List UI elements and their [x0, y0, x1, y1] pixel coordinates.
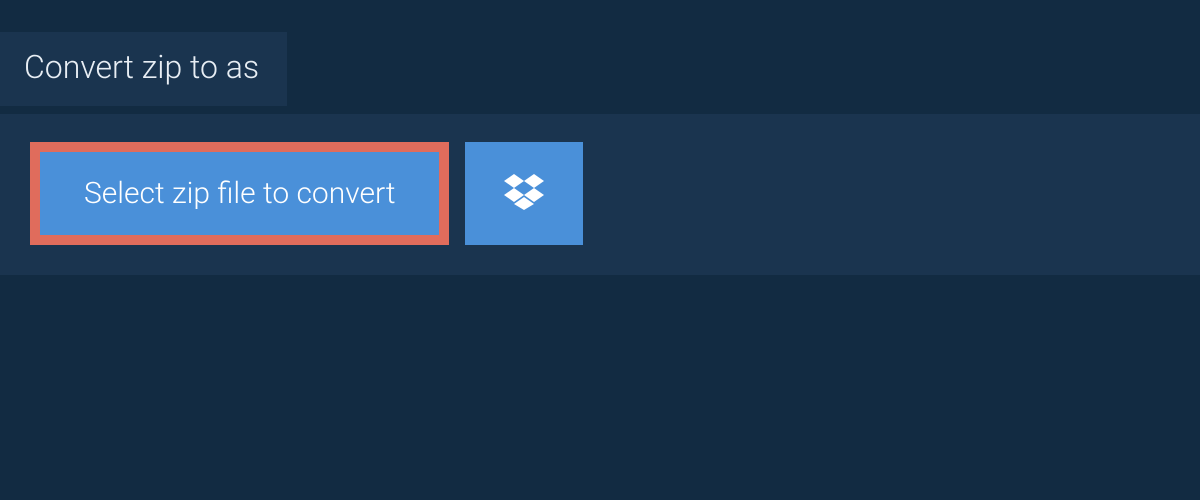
tab-title[interactable]: Convert zip to as	[0, 32, 287, 106]
select-file-button[interactable]: Select zip file to convert	[30, 142, 449, 245]
upload-panel: Select zip file to convert	[0, 114, 1200, 275]
select-file-button-label: Select zip file to convert	[84, 176, 395, 211]
dropbox-button[interactable]	[465, 142, 583, 245]
tab-title-label: Convert zip to as	[24, 48, 259, 86]
tab-header: Convert zip to as	[0, 32, 287, 106]
dropbox-icon	[504, 174, 544, 214]
